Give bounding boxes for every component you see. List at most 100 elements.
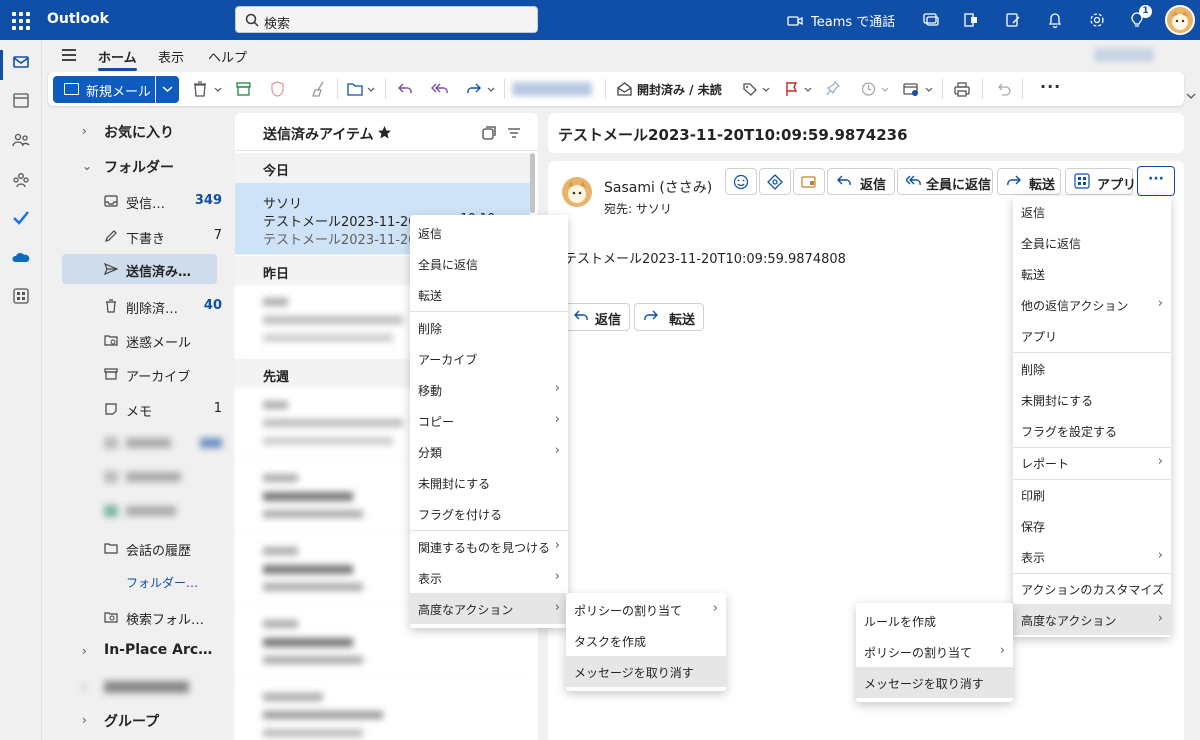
folder-item-inbox[interactable]: 受信… 349 bbox=[62, 186, 232, 216]
forward-icon[interactable] bbox=[466, 80, 482, 98]
more-actions-button[interactable]: ··· bbox=[1137, 166, 1175, 196]
reply-icon[interactable] bbox=[397, 80, 413, 98]
message-item[interactable] bbox=[235, 681, 530, 740]
context-menu-item-flag[interactable]: フラグを付ける bbox=[410, 498, 568, 529]
new-mail-button[interactable]: 新規メール bbox=[53, 76, 155, 103]
apps-button[interactable]: アプリ bbox=[1065, 168, 1136, 195]
read-unread-label[interactable]: 開封済み / 未読 bbox=[637, 81, 722, 99]
people-icon[interactable] bbox=[11, 130, 31, 150]
submenu-item-create-task[interactable]: タスクを作成 bbox=[566, 625, 726, 656]
report-shield-icon[interactable] bbox=[270, 80, 285, 98]
context-menu-item-delete[interactable]: 削除 bbox=[410, 312, 568, 343]
more-options-icon[interactable]: ··· bbox=[1040, 77, 1061, 96]
scrollbar[interactable] bbox=[530, 153, 535, 213]
context-menu-item-find-related[interactable]: 関連するものを見つける › bbox=[410, 531, 568, 562]
tab-help[interactable]: ヘルプ bbox=[208, 47, 247, 66]
folder-item-deleted[interactable]: 削除済… 40 bbox=[62, 291, 232, 321]
context-menu-item-view[interactable]: 表示 › bbox=[410, 562, 568, 593]
user-avatar[interactable] bbox=[1165, 5, 1195, 35]
open-envelope-icon[interactable] bbox=[617, 80, 632, 98]
submenu-item-create-rule[interactable]: ルールを作成 bbox=[856, 605, 1013, 636]
more-menu-item-report[interactable]: レポート › bbox=[1013, 447, 1171, 478]
chevron-down-icon[interactable] bbox=[214, 80, 222, 98]
hamburger-menu-icon[interactable] bbox=[62, 49, 76, 61]
submenu-item-assign-policy[interactable]: ポリシーの割り当て › bbox=[856, 636, 1013, 667]
pin-icon[interactable] bbox=[826, 80, 841, 98]
select-mode-icon[interactable] bbox=[482, 126, 496, 140]
reply-all-button[interactable]: 全員に返信 bbox=[897, 168, 993, 195]
reply-all-icon[interactable] bbox=[431, 80, 449, 98]
folder-item-blurred[interactable] bbox=[62, 496, 232, 526]
more-menu-item-delete[interactable]: 削除 bbox=[1013, 353, 1171, 384]
context-menu-item-advanced-actions[interactable]: 高度なアクション › bbox=[410, 593, 568, 624]
context-menu-item-categorize[interactable]: 分類 › bbox=[410, 436, 568, 467]
bell-icon[interactable] bbox=[1046, 11, 1064, 29]
sweep-broom-icon[interactable] bbox=[311, 80, 326, 98]
calendar-icon[interactable] bbox=[11, 90, 31, 110]
chevron-down-icon[interactable] bbox=[925, 80, 933, 98]
more-menu-item-other-reply[interactable]: 他の返信アクション › bbox=[1013, 289, 1171, 320]
delete-icon[interactable] bbox=[193, 80, 207, 98]
more-menu-item-customize[interactable]: アクションのカスタマイズ bbox=[1013, 573, 1171, 604]
submenu-item-recall-message[interactable]: メッセージを取り消す bbox=[566, 656, 726, 687]
folder-item-junk[interactable]: 迷惑メール bbox=[62, 325, 232, 355]
snooze-clock-icon[interactable] bbox=[861, 80, 876, 98]
flag-icon[interactable] bbox=[784, 80, 798, 98]
folder-item-drafts[interactable]: 下書き 7 bbox=[62, 221, 232, 251]
chat-icon[interactable] bbox=[922, 11, 940, 29]
folder-item-archive[interactable]: アーカイブ bbox=[62, 359, 232, 389]
context-menu-item-copy[interactable]: コピー › bbox=[410, 405, 568, 436]
gear-icon[interactable] bbox=[1088, 11, 1106, 29]
sender-avatar[interactable] bbox=[562, 177, 592, 207]
forward-button[interactable]: 転送 bbox=[997, 168, 1061, 195]
more-menu-item-flag[interactable]: フラグを設定する bbox=[1013, 415, 1171, 446]
office-icon[interactable] bbox=[962, 11, 980, 29]
chevron-down-icon[interactable] bbox=[804, 80, 812, 98]
apps-grid-icon[interactable] bbox=[11, 286, 31, 306]
chevron-down-icon[interactable] bbox=[487, 80, 495, 98]
rules-icon[interactable] bbox=[903, 80, 919, 98]
context-menu-item-mark-unread[interactable]: 未開封にする bbox=[410, 467, 568, 498]
folder-item-more-folders[interactable]: フォルダー… bbox=[62, 567, 232, 597]
todo-check-icon[interactable] bbox=[11, 208, 31, 228]
more-menu-item-view[interactable]: 表示 › bbox=[1013, 541, 1171, 572]
folder-item-sent[interactable]: 送信済み… bbox=[62, 254, 217, 284]
onedrive-cloud-icon[interactable] bbox=[11, 248, 31, 268]
print-icon[interactable] bbox=[954, 80, 970, 98]
context-menu-item-forward[interactable]: 転送 bbox=[410, 279, 568, 310]
context-menu-item-move[interactable]: 移動 › bbox=[410, 374, 568, 405]
chevron-down-icon[interactable] bbox=[367, 80, 375, 98]
context-menu-item-reply-all[interactable]: 全員に返信 bbox=[410, 248, 568, 279]
tab-home[interactable]: ホーム bbox=[98, 47, 137, 71]
context-menu-item-reply[interactable]: 返信 bbox=[410, 217, 568, 248]
tab-view[interactable]: 表示 bbox=[158, 47, 184, 66]
groups-icon[interactable] bbox=[11, 170, 31, 190]
chevron-down-icon[interactable] bbox=[881, 80, 889, 98]
more-menu-item-apps[interactable]: アプリ bbox=[1013, 320, 1171, 351]
folder-item-search-folders[interactable]: 検索フォル… bbox=[62, 602, 232, 632]
search-box[interactable]: 検索 bbox=[235, 6, 538, 33]
folder-item-blurred[interactable] bbox=[62, 428, 232, 458]
submenu-item-assign-policy[interactable]: ポリシーの割り当て › bbox=[566, 594, 726, 625]
folder-item-notes[interactable]: メモ 1 bbox=[62, 394, 232, 424]
archive-icon[interactable] bbox=[236, 80, 251, 98]
context-menu-item-archive[interactable]: アーカイブ bbox=[410, 343, 568, 374]
chevron-down-icon[interactable] bbox=[762, 80, 770, 98]
folder-item-blurred[interactable] bbox=[62, 462, 232, 492]
addin-button[interactable] bbox=[793, 168, 825, 195]
mail-icon[interactable] bbox=[11, 52, 31, 72]
more-menu-item-reply[interactable]: 返信 bbox=[1013, 196, 1171, 227]
body-reply-button[interactable]: 返信 bbox=[564, 303, 630, 331]
more-menu-item-reply-all[interactable]: 全員に返信 bbox=[1013, 227, 1171, 258]
app-title[interactable]: Outlook bbox=[47, 11, 109, 27]
undo-icon[interactable] bbox=[997, 80, 1011, 98]
tag-icon[interactable] bbox=[742, 80, 757, 98]
ribbon-expand-chevron-icon[interactable] bbox=[1186, 92, 1196, 100]
loop-button[interactable] bbox=[759, 168, 791, 195]
submenu-item-recall-message[interactable]: メッセージを取り消す bbox=[856, 667, 1013, 698]
filter-icon[interactable] bbox=[507, 126, 521, 140]
sender-name[interactable]: Sasami (ささみ) bbox=[604, 177, 712, 197]
more-menu-item-mark-unread[interactable]: 未開封にする bbox=[1013, 384, 1171, 415]
body-forward-button[interactable]: 転送 bbox=[634, 303, 704, 331]
more-menu-item-save[interactable]: 保存 bbox=[1013, 510, 1171, 541]
